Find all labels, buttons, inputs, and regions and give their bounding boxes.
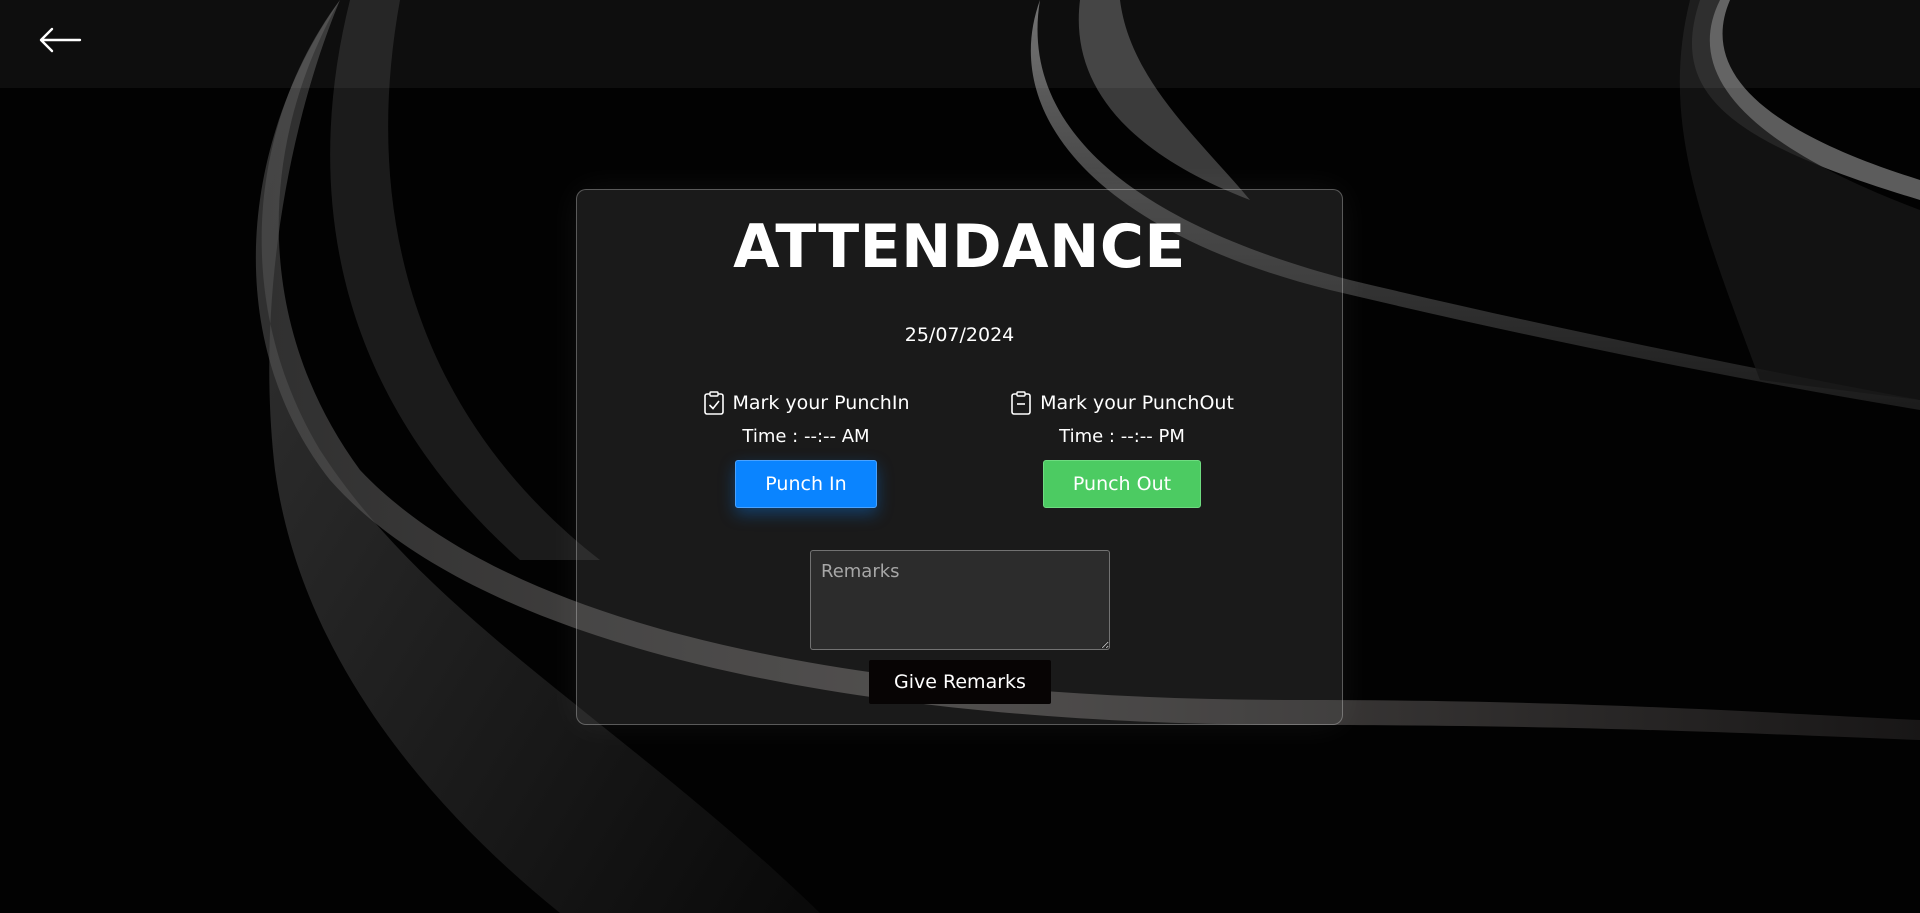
punch-in-button[interactable]: Punch In — [735, 460, 877, 508]
punch-out-label: Mark your PunchOut — [1040, 392, 1234, 414]
give-remarks-button[interactable]: Give Remarks — [869, 660, 1051, 704]
attendance-page: ATTENDANCE 25/07/2024 Mark your PunchIn … — [0, 0, 1920, 913]
top-bar — [0, 0, 1920, 88]
back-button[interactable] — [36, 20, 84, 60]
attendance-card: ATTENDANCE 25/07/2024 Mark your PunchIn … — [576, 189, 1343, 725]
page-title: ATTENDANCE — [733, 212, 1186, 282]
remarks-input[interactable] — [810, 550, 1110, 650]
punch-out-button[interactable]: Punch Out — [1043, 460, 1201, 508]
current-date: 25/07/2024 — [904, 324, 1015, 346]
arrow-left-icon — [39, 27, 82, 53]
clipboard-check-icon — [703, 391, 724, 415]
punch-out-heading: Mark your PunchOut — [997, 390, 1247, 416]
clipboard-icon — [1011, 391, 1031, 415]
punch-in-label: Mark your PunchIn — [732, 392, 910, 414]
punch-in-section: Mark your PunchIn Time : --:-- AM Punch … — [701, 390, 911, 508]
punch-in-heading: Mark your PunchIn — [701, 390, 911, 416]
punch-out-time: Time : --:-- PM — [1059, 426, 1185, 447]
punch-out-section: Mark your PunchOut Time : --:-- PM Punch… — [997, 390, 1247, 508]
punch-in-time: Time : --:-- AM — [742, 426, 870, 447]
